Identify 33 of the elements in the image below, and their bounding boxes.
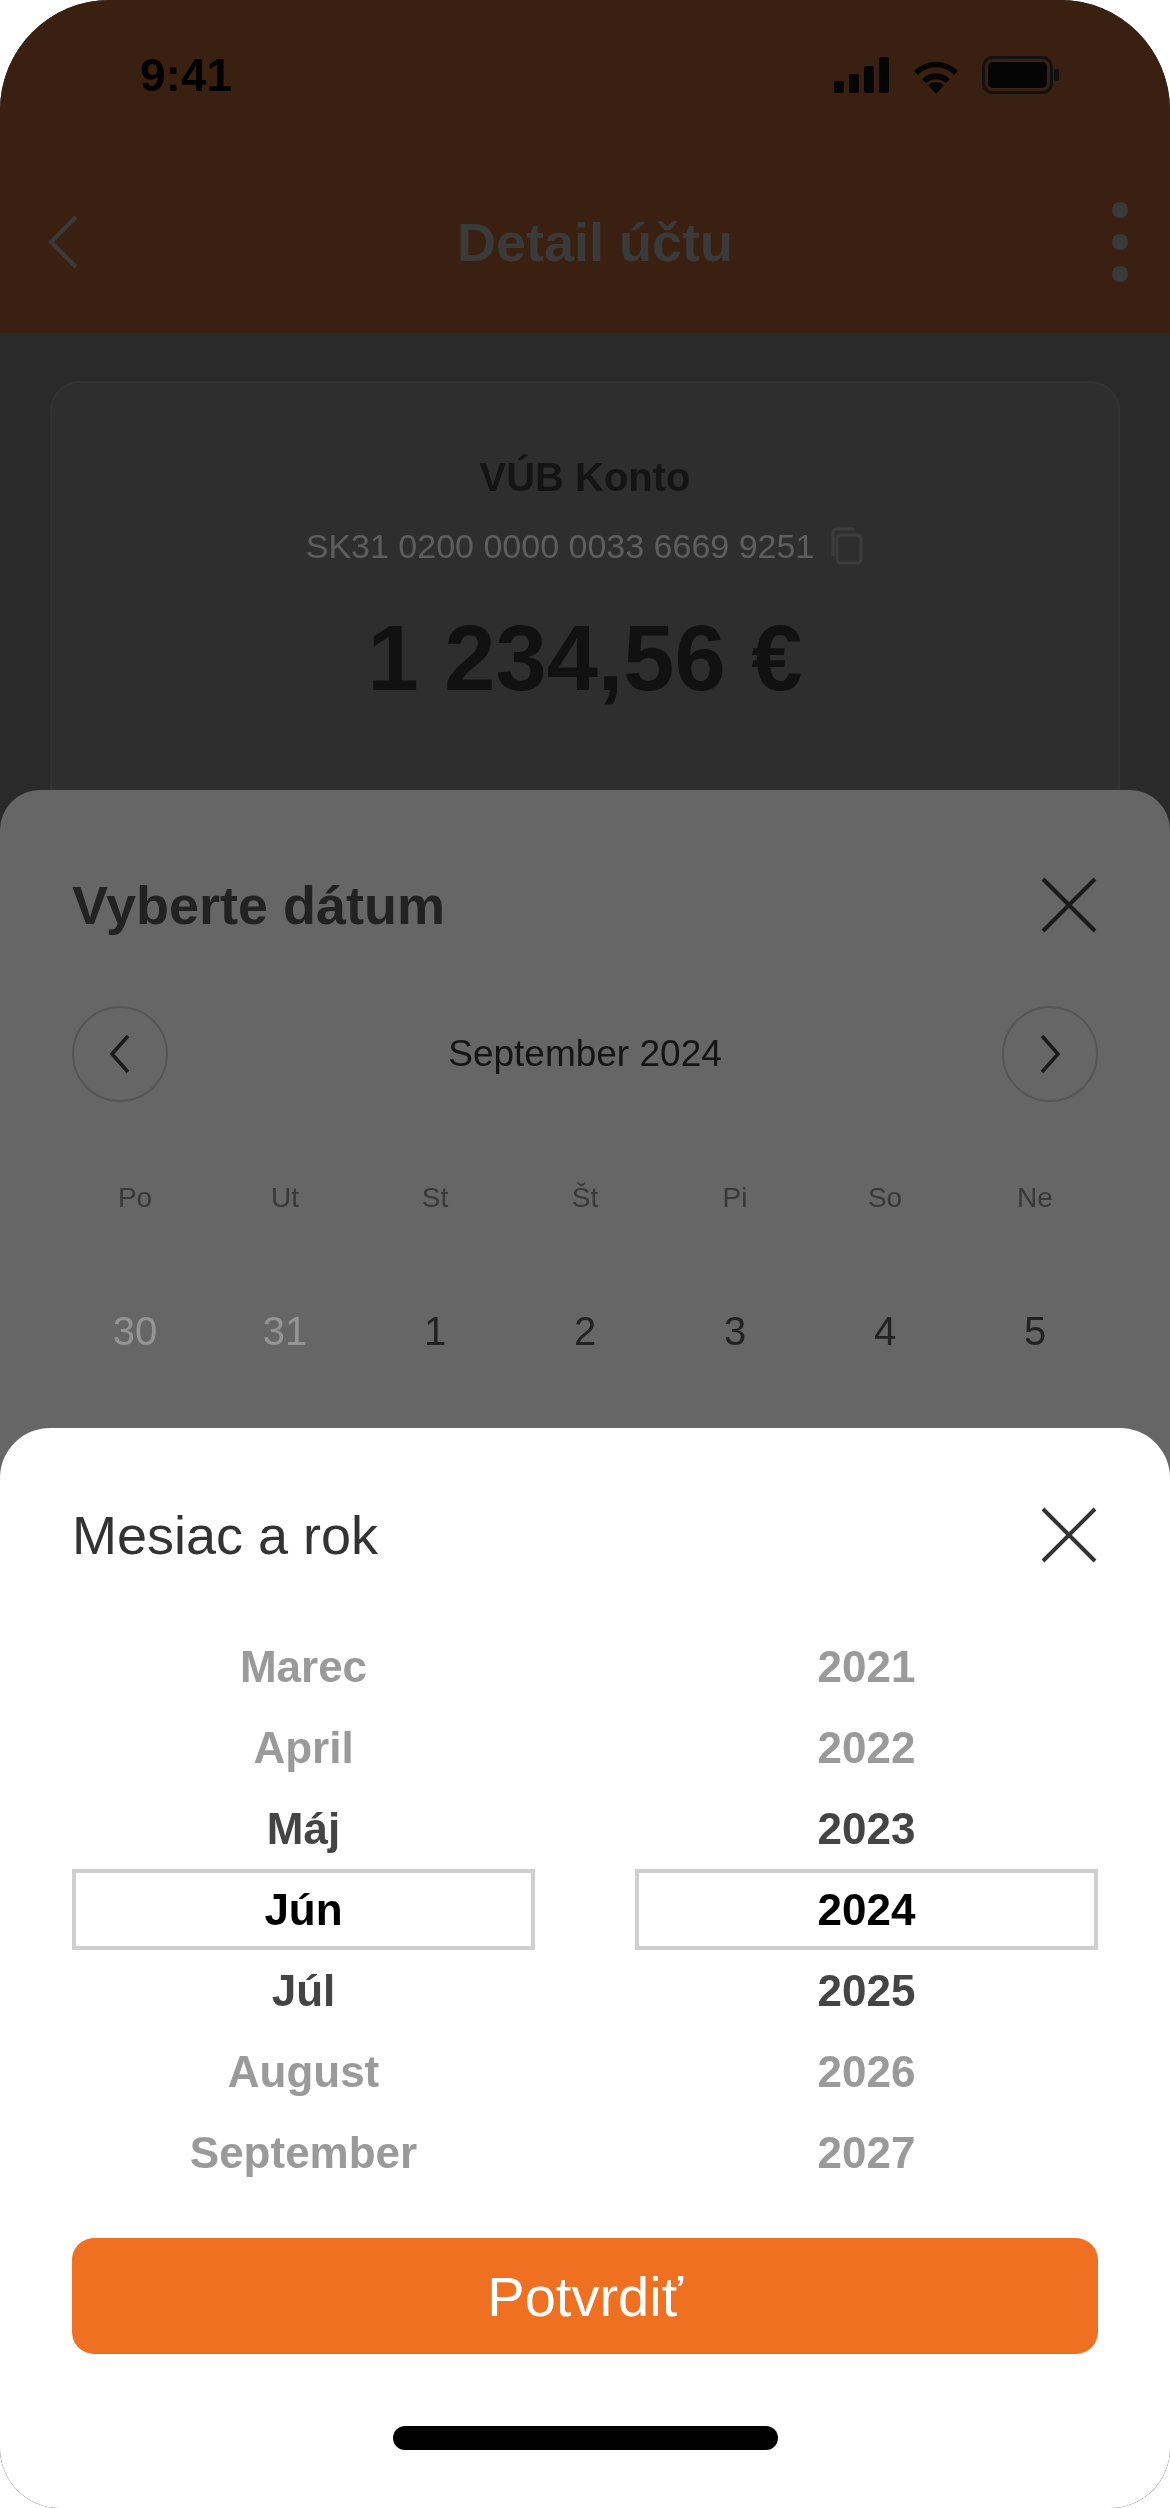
close-icon[interactable]	[1040, 1506, 1098, 1564]
calendar-day[interactable]: 4	[810, 1309, 960, 1354]
battery-icon	[982, 56, 1060, 94]
picker-option[interactable]: August	[72, 2031, 535, 2112]
signal-icon	[834, 57, 890, 93]
picker-option[interactable]: Jún	[72, 1869, 535, 1950]
picker-option[interactable]: 2025	[635, 1950, 1098, 2031]
picker-option[interactable]: 2024	[635, 1869, 1098, 1950]
picker-option[interactable]: 2021	[635, 1626, 1098, 1707]
picker-option[interactable]: Máj	[72, 1788, 535, 1869]
status-time: 9:41	[140, 48, 233, 102]
month-label: September 2024	[448, 1033, 722, 1075]
more-icon[interactable]	[1110, 199, 1130, 284]
calendar-day[interactable]: 2	[510, 1309, 660, 1354]
picker-option[interactable]: 2026	[635, 2031, 1098, 2112]
chevron-left-icon	[109, 1034, 131, 1074]
calendar-day[interactable]: 3	[660, 1309, 810, 1354]
picker-option[interactable]: September	[72, 2112, 535, 2193]
sheet-title: Mesiac a rok	[72, 1504, 379, 1566]
sheet-title: Vyberte dátum	[72, 874, 446, 936]
back-icon[interactable]	[46, 213, 80, 270]
previous-month-button[interactable]	[72, 1006, 168, 1102]
picker-option[interactable]: April	[72, 1707, 535, 1788]
picker-option[interactable]: Marec	[72, 1626, 535, 1707]
picker-option[interactable]: 2027	[635, 2112, 1098, 2193]
calendar-day[interactable]: 5	[960, 1309, 1110, 1354]
confirm-button[interactable]: Potvrdiť	[72, 2238, 1098, 2354]
next-month-button[interactable]	[1002, 1006, 1098, 1102]
chevron-right-icon	[1039, 1034, 1061, 1074]
calendar-day[interactable]: 1	[360, 1309, 510, 1354]
picker-option[interactable]: Júl	[72, 1950, 535, 2031]
picker-option[interactable]: 2022	[635, 1707, 1098, 1788]
picker-option[interactable]: 2023	[635, 1788, 1098, 1869]
